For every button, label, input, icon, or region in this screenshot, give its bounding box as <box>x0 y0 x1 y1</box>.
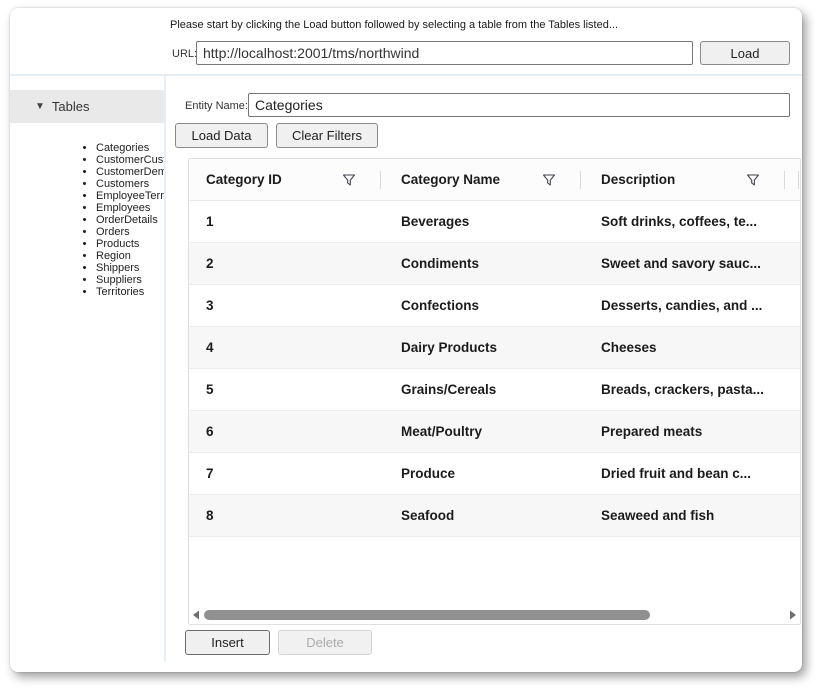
cell-id: 5 <box>189 382 384 397</box>
sidebar-item-products[interactable]: Products <box>96 238 164 250</box>
table-row[interactable]: 1BeveragesSoft drinks, coffees, te... <box>189 201 800 243</box>
cell-id: 3 <box>189 298 384 313</box>
grid-body: 1BeveragesSoft drinks, coffees, te...2Co… <box>189 201 800 537</box>
url-input[interactable] <box>196 41 693 65</box>
column-header-category-name[interactable]: Category Name <box>384 159 584 200</box>
cell-id: 7 <box>189 466 384 481</box>
grid-header: Category ID Category Name Description <box>189 159 800 201</box>
sidebar: ▼ Tables CategoriesCustomerCustomerDemoC… <box>10 76 164 670</box>
horizontal-scrollbar[interactable] <box>189 608 800 622</box>
cell-name: Beverages <box>384 214 584 229</box>
cell-name: Dairy Products <box>384 340 584 355</box>
column-separator <box>580 171 581 189</box>
main-panel: Entity Name: Load Data Clear Filters Cat… <box>166 76 802 672</box>
cell-description: Desserts, candies, and ... <box>584 298 801 313</box>
sidebar-item-orderdetails[interactable]: OrderDetails <box>96 214 164 226</box>
column-label: Category Name <box>401 172 500 187</box>
cell-name: Grains/Cereals <box>384 382 584 397</box>
entity-name-input[interactable] <box>248 93 790 117</box>
cell-id: 6 <box>189 424 384 439</box>
delete-button[interactable]: Delete <box>278 630 372 655</box>
column-separator <box>798 171 799 189</box>
tables-section-header[interactable]: ▼ Tables <box>10 90 164 123</box>
cell-description: Seaweed and fish <box>584 508 801 523</box>
load-button[interactable]: Load <box>700 41 790 65</box>
column-label: Category ID <box>206 172 282 187</box>
sidebar-item-customercustomerdemo[interactable]: CustomerCustomerDemo <box>96 154 164 166</box>
filter-icon[interactable] <box>746 173 760 187</box>
sidebar-item-customerdemographics[interactable]: CustomerDemographics <box>96 166 164 178</box>
sidebar-item-categories[interactable]: Categories <box>96 142 164 154</box>
cell-description: Breads, crackers, pasta... <box>584 382 801 397</box>
sidebar-item-suppliers[interactable]: Suppliers <box>96 274 164 286</box>
insert-button[interactable]: Insert <box>185 630 270 655</box>
sidebar-item-employeeterritories[interactable]: EmployeeTerritories <box>96 190 164 202</box>
sidebar-item-shippers[interactable]: Shippers <box>96 262 164 274</box>
table-row[interactable]: 2CondimentsSweet and savory sauc... <box>189 243 800 285</box>
column-header-description[interactable]: Description <box>584 159 788 200</box>
cell-description: Dried fruit and bean c... <box>584 466 801 481</box>
sidebar-item-customers[interactable]: Customers <box>96 178 164 190</box>
tables-list: CategoriesCustomerCustomerDemoCustomerDe… <box>10 142 164 298</box>
table-row[interactable]: 5Grains/CerealsBreads, crackers, pasta..… <box>189 369 800 411</box>
column-separator <box>380 171 381 189</box>
cell-name: Meat/Poultry <box>384 424 584 439</box>
table-row[interactable]: 7ProduceDried fruit and bean c... <box>189 453 800 495</box>
cell-id: 2 <box>189 256 384 271</box>
column-header-category-id[interactable]: Category ID <box>189 159 384 200</box>
table-row[interactable]: 8SeafoodSeaweed and fish <box>189 495 800 537</box>
cell-id: 1 <box>189 214 384 229</box>
tables-title: Tables <box>52 99 90 114</box>
sidebar-item-region[interactable]: Region <box>96 250 164 262</box>
chevron-down-icon: ▼ <box>35 101 45 112</box>
entity-name-label: Entity Name: <box>185 100 248 112</box>
header-stub <box>788 159 801 200</box>
cell-name: Seafood <box>384 508 584 523</box>
scrollbar-thumb[interactable] <box>204 610 650 620</box>
scrollbar-track[interactable] <box>203 610 786 620</box>
cell-description: Sweet and savory sauc... <box>584 256 801 271</box>
filter-icon[interactable] <box>542 173 556 187</box>
data-grid: Category ID Category Name Description <box>188 158 801 625</box>
sidebar-item-orders[interactable]: Orders <box>96 226 164 238</box>
sidebar-item-territories[interactable]: Territories <box>96 286 164 298</box>
url-label: URL: <box>172 48 197 60</box>
table-row[interactable]: 3ConfectionsDesserts, candies, and ... <box>189 285 800 327</box>
instruction-text: Please start by clicking the Load button… <box>170 19 618 31</box>
scroll-right-icon[interactable] <box>786 608 800 622</box>
cell-description: Cheeses <box>584 340 801 355</box>
table-row[interactable]: 4Dairy ProductsCheeses <box>189 327 800 369</box>
cell-name: Confections <box>384 298 584 313</box>
app-window: Please start by clicking the Load button… <box>10 8 802 672</box>
load-data-button[interactable]: Load Data <box>175 123 268 148</box>
cell-description: Soft drinks, coffees, te... <box>584 214 801 229</box>
cell-description: Prepared meats <box>584 424 801 439</box>
cell-id: 4 <box>189 340 384 355</box>
column-label: Description <box>601 172 675 187</box>
clear-filters-button[interactable]: Clear Filters <box>276 123 378 148</box>
filter-icon[interactable] <box>342 173 356 187</box>
cell-id: 8 <box>189 508 384 523</box>
sidebar-item-employees[interactable]: Employees <box>96 202 164 214</box>
column-separator <box>784 171 785 189</box>
cell-name: Produce <box>384 466 584 481</box>
cell-name: Condiments <box>384 256 584 271</box>
table-row[interactable]: 6Meat/PoultryPrepared meats <box>189 411 800 453</box>
scroll-left-icon[interactable] <box>189 608 203 622</box>
